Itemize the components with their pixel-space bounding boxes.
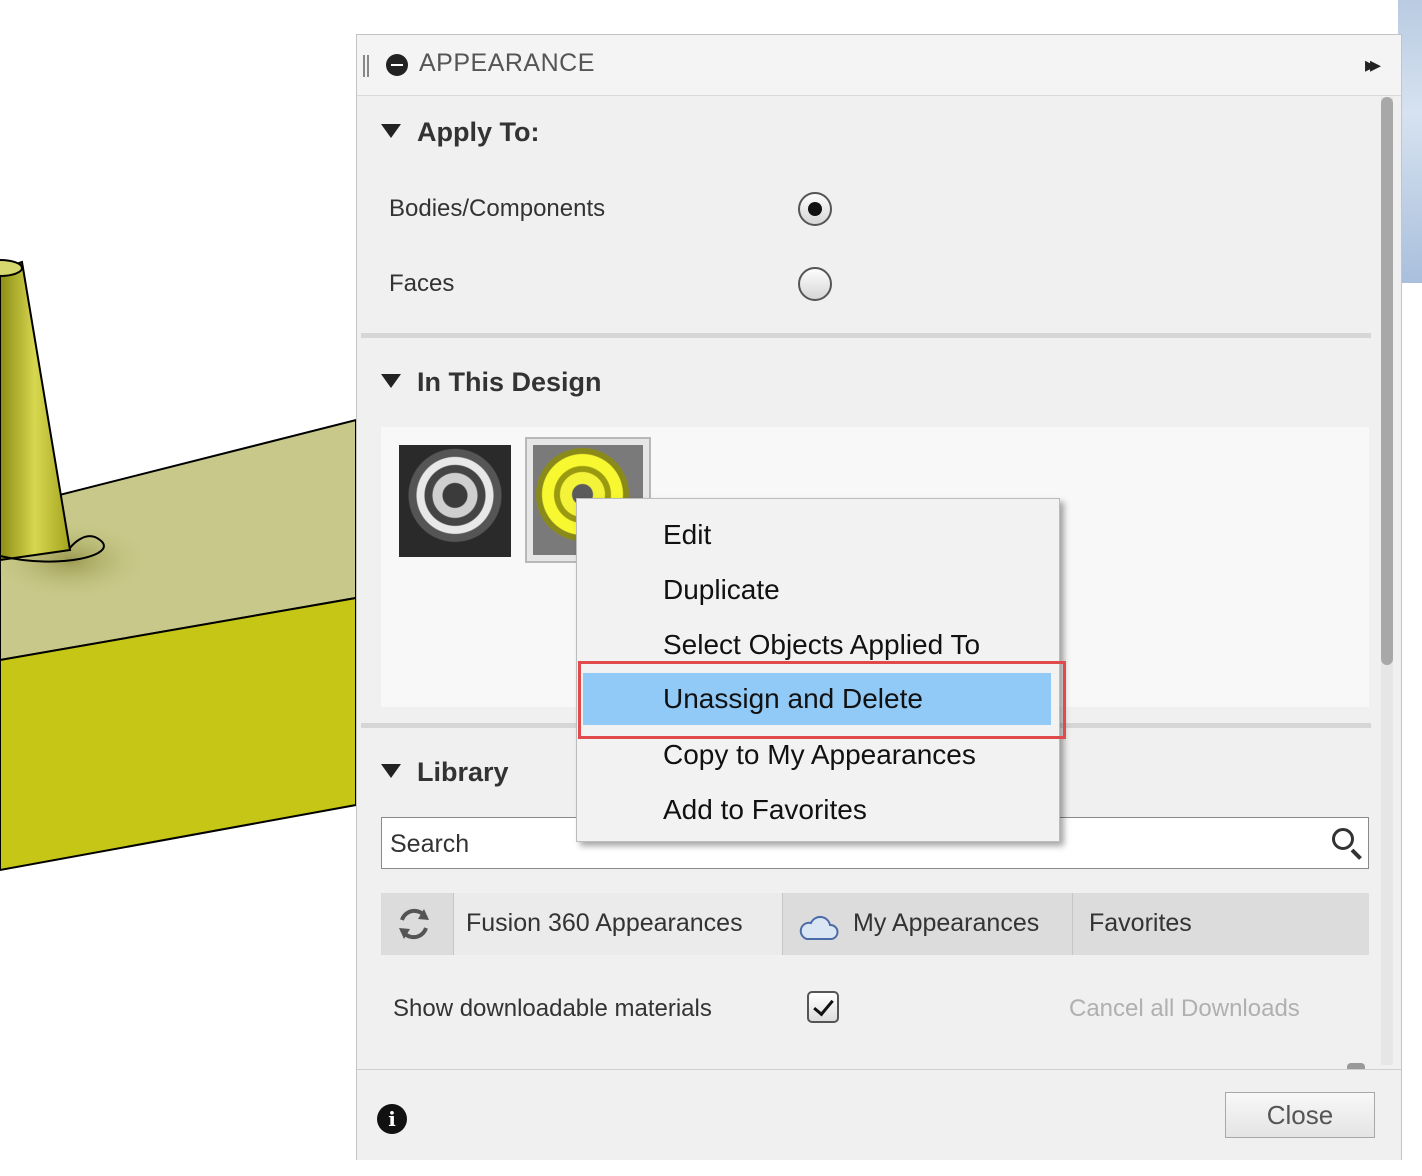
scrollbar-thumb[interactable] <box>1381 97 1393 665</box>
radio-faces[interactable] <box>798 267 832 301</box>
expand-panel-icon[interactable]: ▸▸ <box>1365 52 1381 78</box>
tab-my-appearances[interactable]: My Appearances <box>783 893 1073 955</box>
refresh-button[interactable] <box>381 893 451 955</box>
search-icon[interactable] <box>1332 828 1354 850</box>
option-bodies-components-label: Bodies/Components <box>389 195 606 222</box>
menu-item-duplicate[interactable]: Duplicate <box>577 566 1059 614</box>
search-placeholder: Search <box>390 830 470 858</box>
panel-scrollbar[interactable] <box>1381 97 1393 1065</box>
cancel-all-downloads-link[interactable]: Cancel all Downloads <box>1069 995 1300 1023</box>
section-divider <box>361 333 1371 338</box>
radio-bodies-components[interactable] <box>798 192 832 226</box>
menu-item-add-to-favorites[interactable]: Add to Favorites <box>577 786 1059 834</box>
tab-fusion-360-label: Fusion 360 Appearances <box>466 909 743 937</box>
apply-to-heading-text: Apply To: <box>417 117 540 147</box>
tab-favorites[interactable]: Favorites <box>1075 893 1255 955</box>
swatch-chrome[interactable] <box>399 445 511 557</box>
library-tabs: Fusion 360 Appearances My Appearances Fa… <box>381 893 1369 955</box>
close-button[interactable]: Close <box>1225 1092 1375 1138</box>
drag-handle-icon[interactable] <box>363 55 369 77</box>
option-faces-label: Faces <box>389 270 455 297</box>
annotation-highlight-box <box>578 661 1066 739</box>
menu-item-edit[interactable]: Edit <box>577 511 1059 559</box>
tab-fusion-360-appearances[interactable]: Fusion 360 Appearances <box>453 893 783 955</box>
collapse-icon[interactable] <box>386 54 408 76</box>
info-icon[interactable]: i <box>377 1104 407 1134</box>
library-heading-text: Library <box>417 757 509 787</box>
tab-my-appearances-label: My Appearances <box>853 909 1040 937</box>
in-this-design-heading-text: In This Design <box>417 367 602 397</box>
tab-favorites-label: Favorites <box>1089 909 1192 937</box>
collapse-triangle-icon <box>381 373 401 388</box>
panel-title: APPEARANCE <box>419 49 595 77</box>
refresh-icon <box>399 908 429 940</box>
apply-to-header[interactable]: Apply To: <box>381 117 539 148</box>
panel-titlebar[interactable]: APPEARANCE ▸▸ <box>357 35 1401 96</box>
library-header[interactable]: Library <box>381 757 509 788</box>
show-downloadable-checkbox[interactable] <box>807 991 839 1023</box>
panel-footer: i Close <box>357 1069 1401 1160</box>
show-downloadable-label: Show downloadable materials <box>393 995 712 1022</box>
in-this-design-header[interactable]: In This Design <box>381 367 602 398</box>
collapse-triangle-icon <box>381 123 401 138</box>
collapse-triangle-icon <box>381 763 401 778</box>
